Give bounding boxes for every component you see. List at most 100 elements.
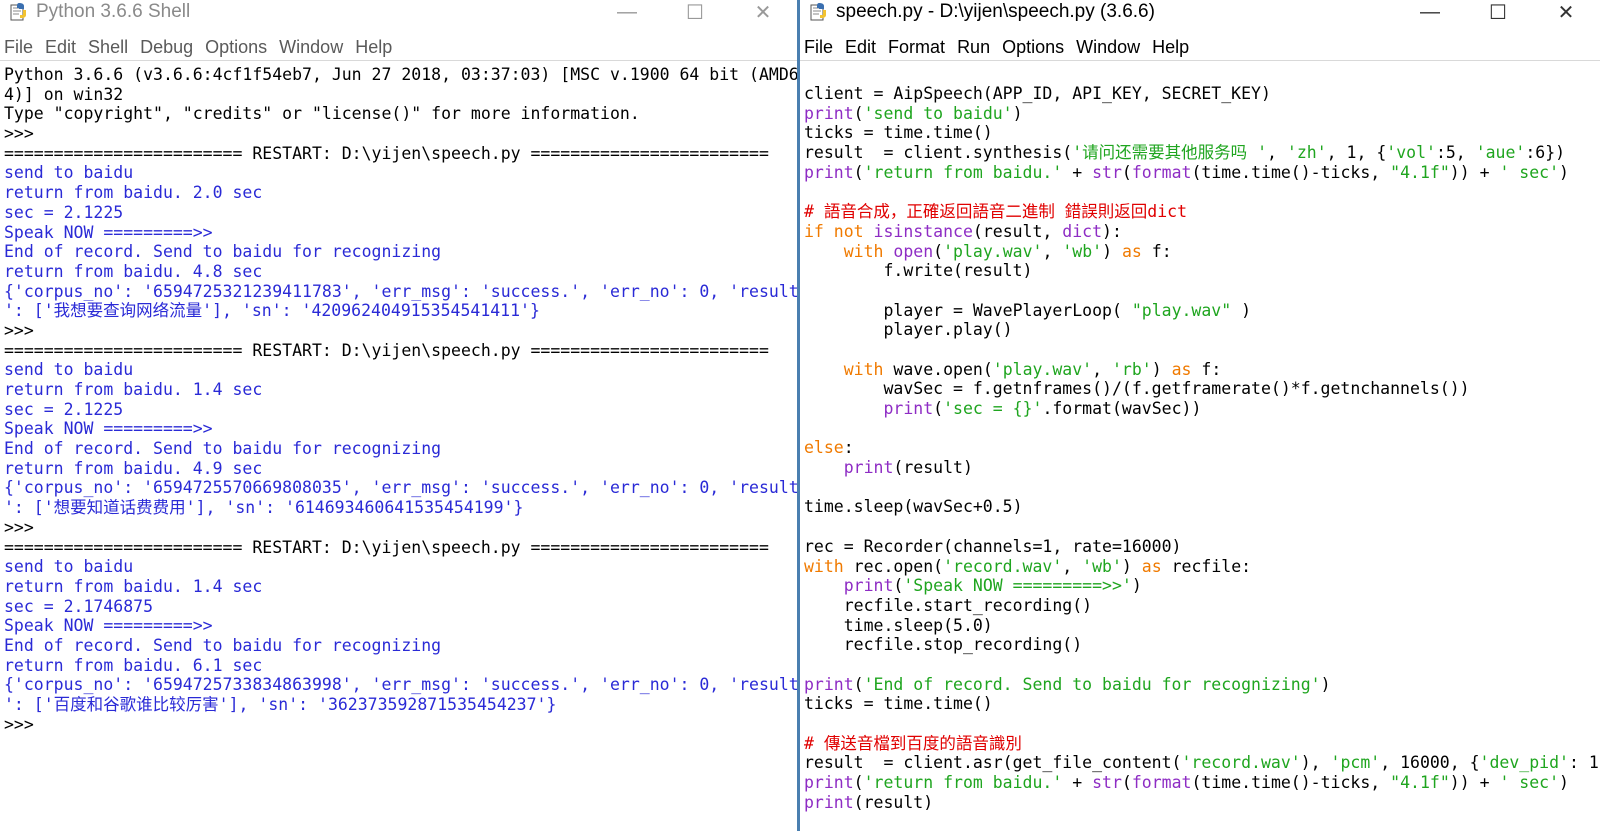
menu-file[interactable]: File [4,37,33,58]
code-token: str [1092,773,1122,793]
code-token: format [1131,162,1192,182]
code-line: result = client.synthesis('请问还需要其他服务吗 ',… [804,143,1600,163]
shell-line: >>> [4,517,44,537]
code-token: + [1062,162,1093,182]
shell-line: {'corpus_no': '6594725321239411783', 'er… [4,281,797,301]
code-token: format [1131,773,1192,793]
code-editor-area[interactable]: client = AipSpeech(APP_ID, API_KEY, SECR… [804,84,1600,812]
code-token: + [1062,773,1093,793]
code-token: 'record.wav' [1181,753,1301,773]
code-token: ( [1121,162,1132,182]
menu-window[interactable]: Window [1076,37,1140,58]
code-line: else: [804,438,1600,458]
code-token: :5, [1435,143,1476,163]
shell-line: >>> [4,320,44,340]
code-token: isinstance [873,221,973,241]
code-token: ( [853,773,864,793]
code-line: ticks = time.time() [804,123,1600,143]
close-button[interactable]: ✕ [729,0,797,24]
code-line: player = WavePlayerLoop( "play.wav" ) [804,301,1600,321]
minimize-button[interactable]: — [593,0,661,24]
code-line: result = client.asr(get_file_content('re… [804,753,1600,773]
code-token: (time.time()-ticks, [1191,162,1391,182]
code-token: result = client.asr(get_file_content( [804,753,1182,773]
menu-options[interactable]: Options [205,37,267,58]
code-token: ) [1559,773,1569,793]
code-token: 'Speak NOW =========>>' [903,576,1132,596]
code-token: with [843,241,894,261]
menu-format[interactable]: Format [888,37,945,58]
code-line: print('send to baidu') [804,104,1600,124]
maximize-button[interactable]: ☐ [661,0,729,24]
shell-line: sec = 2.1746875 [4,596,154,616]
code-line: with wave.open('play.wav', 'rb') as f: [804,360,1600,380]
code-token: print [804,773,854,793]
shell-line: Type "copyright", "credits" or "license(… [4,104,640,124]
shell-line: Python 3.6.6 (v3.6.6:4cf1f54eb7, Jun 27 … [4,65,797,84]
shell-line: End of record. Send to baidu for recogni… [4,242,442,262]
code-token: result = client.synthesis( [804,143,1073,163]
code-token: recfile: [1161,556,1252,576]
menu-edit[interactable]: Edit [45,37,76,58]
menu-help[interactable]: Help [355,37,392,58]
code-token: wave.open( [893,359,993,379]
code-token: ) [1231,300,1252,320]
menu-window[interactable]: Window [279,37,343,58]
code-token: with [804,556,854,576]
code-token: ticks = time.time() [804,694,993,714]
menu-help[interactable]: Help [1152,37,1189,58]
minimize-button[interactable]: — [1396,0,1464,24]
code-line: f.write(result) [804,261,1600,281]
code-token: print [843,576,894,596]
code-token: "play.wav" [1131,300,1232,320]
code-token: time.sleep(wavSec+0.5) [804,497,1023,517]
code-token: ) [1012,103,1023,123]
menu-file[interactable]: File [804,37,833,58]
code-token: 'record.wav' [943,556,1063,576]
code-token: ' sec' [1499,773,1560,793]
shell-window: Python 3.6.6 Shell — ☐ ✕ File Edit Shell… [0,0,797,831]
code-token: "4.1f" [1390,162,1450,182]
code-token: 'return from baidu.' [863,773,1063,793]
code-token: f: [1141,241,1172,261]
code-line: # 傳送音檔到百度的語音識別 [804,734,1600,754]
menu-shell[interactable]: Shell [88,37,128,58]
code-line: time.sleep(wavSec+0.5) [804,497,1600,517]
code-line: if not isinstance(result, dict): [804,222,1600,242]
code-token: 'vol' [1386,143,1436,163]
code-token: ) [1102,241,1122,261]
code-token: f: [1191,359,1222,379]
code-token: recfile.start_recording() [804,595,1093,615]
code-token: print [883,399,934,418]
code-token: 'rb' [1111,359,1152,379]
code-token: ( [853,103,864,123]
editor-titlebar[interactable]: speech.py - D:\yijen\speech.py (3.6.6) —… [800,0,1600,24]
code-token: as [1141,556,1162,576]
shell-titlebar[interactable]: Python 3.6.6 Shell — ☐ ✕ [0,0,797,24]
code-token: ): [1102,221,1122,241]
code-token: rec = Recorder(channels=1, rate=16000) [804,536,1182,556]
maximize-button[interactable]: ☐ [1464,0,1532,24]
shell-line: ======================== RESTART: D:\yij… [4,143,769,163]
code-token: f.write(result) [804,261,1033,281]
code-token: dict [1062,221,1103,241]
window-title: speech.py - D:\yijen\speech.py (3.6.6) [836,1,1155,22]
code-line: time.sleep(5.0) [804,616,1600,636]
code-token: (result, [972,221,1063,241]
menu-debug[interactable]: Debug [140,37,193,58]
code-line: print('return from baidu.' + str(format(… [804,773,1600,793]
menu-edit[interactable]: Edit [845,37,876,58]
close-button[interactable]: ✕ [1532,0,1600,24]
menu-run[interactable]: Run [957,37,990,58]
code-token: , 1, { [1326,143,1387,163]
shell-line: End of record. Send to baidu for recogni… [4,635,442,655]
shell-output-area[interactable]: Python 3.6.6 (v3.6.6:4cf1f54eb7, Jun 27 … [4,65,797,734]
code-token: , [1092,359,1112,379]
code-token: (result) [853,792,934,812]
code-line: print('Speak NOW =========>>') [804,576,1600,596]
menu-options[interactable]: Options [1002,37,1064,58]
